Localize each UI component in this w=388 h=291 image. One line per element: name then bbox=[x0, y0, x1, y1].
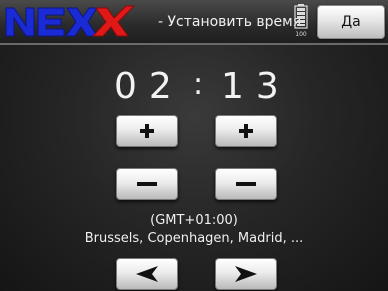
page-title: - Установить время bbox=[158, 14, 302, 30]
timezone-cities: Brussels, Copenhagen, Madrid, ... bbox=[84, 231, 304, 246]
plus-icon bbox=[140, 124, 154, 138]
minus-icon bbox=[236, 182, 256, 186]
battery-icon: 100 bbox=[294, 4, 308, 38]
hours-display: 02 bbox=[114, 66, 184, 107]
screen: - Установить время 100 Да 02 : 13 (GMT+0… bbox=[0, 0, 388, 291]
nexx-logo-icon bbox=[5, 5, 136, 37]
arrow-right-icon bbox=[235, 266, 257, 282]
header-bar: - Установить время 100 Да bbox=[0, 0, 388, 45]
minutes-decrement-button[interactable] bbox=[215, 168, 277, 200]
hours-increment-button[interactable] bbox=[116, 115, 178, 147]
timezone-offset: (GMT+01:00) bbox=[150, 213, 238, 228]
minutes-increment-button[interactable] bbox=[215, 115, 277, 147]
minutes-display: 13 bbox=[221, 66, 291, 107]
minus-icon bbox=[137, 182, 157, 186]
arrow-left-icon bbox=[136, 266, 158, 282]
next-timezone-button[interactable] bbox=[215, 258, 277, 290]
confirm-button[interactable]: Да bbox=[317, 5, 385, 39]
plus-icon bbox=[239, 124, 253, 138]
hours-decrement-button[interactable] bbox=[116, 168, 178, 200]
previous-timezone-button[interactable] bbox=[116, 258, 178, 290]
time-separator: : bbox=[193, 67, 204, 102]
battery-level-label: 100 bbox=[295, 31, 307, 38]
brand-logo bbox=[4, 4, 144, 40]
